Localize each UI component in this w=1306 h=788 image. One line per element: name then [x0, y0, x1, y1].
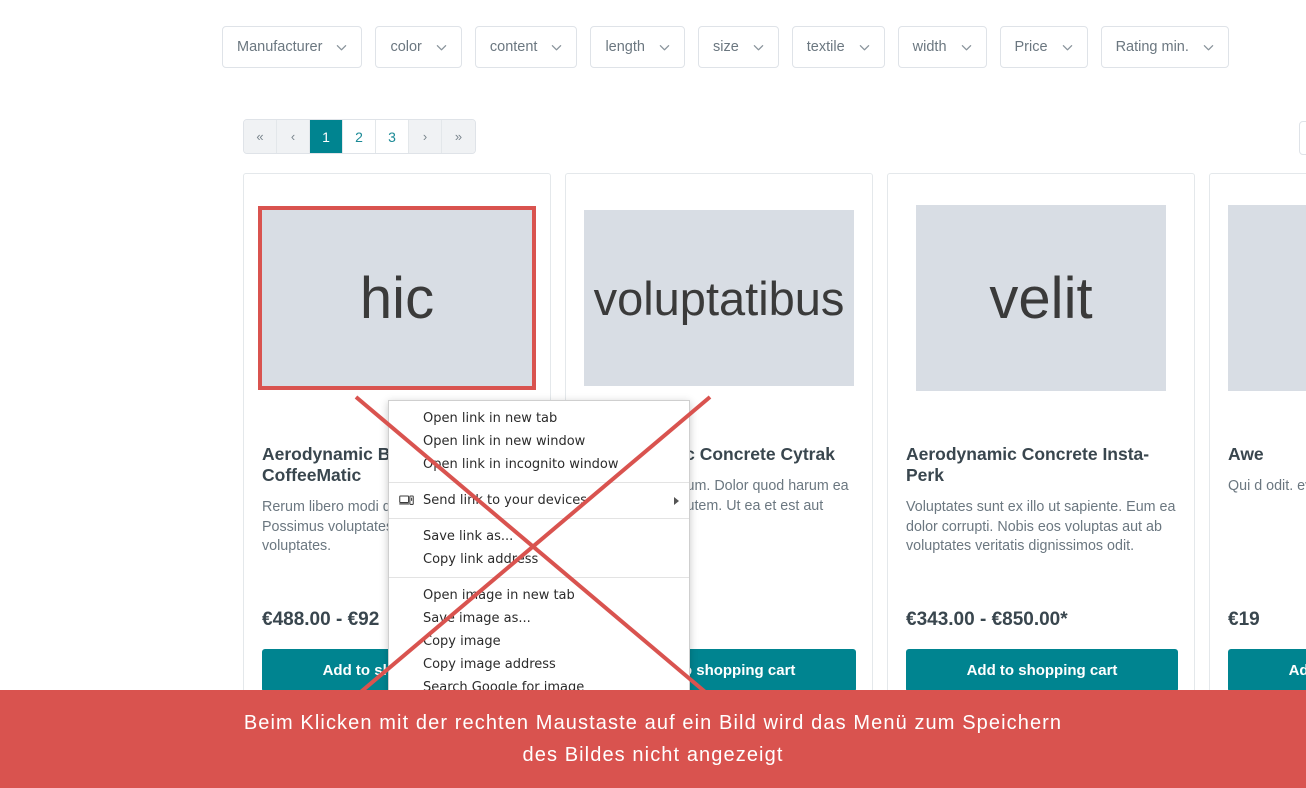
product-image-link[interactable]: velit [906, 190, 1176, 396]
context-menu-item-label: Copy link address [423, 552, 539, 567]
filter-label: Rating min. [1115, 39, 1189, 55]
add-to-cart-button[interactable]: Add to shopping cart [906, 649, 1178, 692]
warning-banner: Beim Klicken mit der rechten Maustaste a… [0, 690, 1306, 788]
chevron-down-icon [551, 42, 562, 53]
product-title[interactable]: Aerodynamic Concrete Insta-Perk [906, 444, 1176, 486]
context-menu-item-save-link-as[interactable]: Save link as... [389, 525, 689, 548]
send-to-devices-icon [398, 493, 414, 509]
product-price: €343.00 - €850.00* [906, 609, 1068, 630]
chevron-down-icon [859, 42, 870, 53]
filter-label: size [712, 39, 739, 55]
chevron-down-icon [1203, 42, 1214, 53]
pagination-page-1[interactable]: 1 [310, 120, 343, 153]
filter-manufacturer[interactable]: Manufacturer [222, 26, 363, 68]
product-image-link[interactable]: hic [258, 190, 536, 396]
context-menu-item-label: Save link as... [423, 529, 514, 544]
context-menu-item-label: Copy image address [423, 657, 556, 672]
context-menu-item-label: Open link in new tab [423, 411, 558, 426]
context-menu-item-copy-image-address[interactable]: Copy image address [389, 653, 689, 676]
chevron-down-icon [753, 42, 764, 53]
filter-color[interactable]: color [375, 26, 462, 68]
product-card[interactable]: s Awe Qui d odit. eveni €19 Add to shopp… [1209, 173, 1306, 713]
product-image-link[interactable]: voluptatibus [584, 190, 854, 396]
filter-bar: Manufacturer color content length size t… [222, 26, 1229, 68]
pagination-next[interactable]: › [409, 120, 442, 153]
context-menu-item-save-image-as[interactable]: Save image as... [389, 607, 689, 630]
context-menu-item-label: Open link in incognito window [423, 457, 619, 472]
chevron-down-icon [961, 42, 972, 53]
context-menu-item-label: Copy image [423, 634, 501, 649]
context-menu-item-open-link-incognito[interactable]: Open link in incognito window [389, 453, 689, 476]
context-menu-item-open-link-new-window[interactable]: Open link in new window [389, 430, 689, 453]
filter-width[interactable]: width [897, 26, 987, 68]
context-menu-item-copy-image[interactable]: Copy image [389, 630, 689, 653]
product-description: Voluptates sunt ex illo ut sapiente. Eum… [906, 499, 1176, 555]
product-card[interactable]: velit Aerodynamic Concrete Insta-Perk Vo… [887, 173, 1195, 713]
toolbar-control-clipped[interactable] [1299, 121, 1306, 155]
add-to-cart-button[interactable]: Add to shopping cart [1228, 649, 1306, 692]
filter-label: color [390, 39, 422, 55]
product-description: Qui d odit. eveni [1228, 478, 1306, 494]
context-menu-item-open-link-new-tab[interactable]: Open link in new tab [389, 407, 689, 430]
context-menu-separator [389, 482, 689, 483]
chevron-down-icon [336, 42, 347, 53]
context-menu-item-open-image-new-tab[interactable]: Open image in new tab [389, 584, 689, 607]
warning-banner-line-2: des Bildes nicht angezeigt [522, 744, 784, 766]
chevron-down-icon [1062, 42, 1073, 53]
pagination-prev[interactable]: ‹ [277, 120, 310, 153]
filter-label: Price [1014, 39, 1048, 55]
filter-rating-min[interactable]: Rating min. [1100, 26, 1229, 68]
pagination: « ‹ 1 2 3 › » [243, 119, 476, 154]
context-menu-separator [389, 518, 689, 519]
product-image[interactable]: hic [258, 206, 536, 390]
context-menu-item-label: Send link to your devices [423, 493, 588, 508]
browser-context-menu[interactable]: Open link in new tab Open link in new wi… [388, 400, 690, 706]
context-menu-item-send-link-to-devices[interactable]: Send link to your devices [389, 489, 689, 512]
product-image[interactable]: velit [916, 205, 1166, 391]
filter-price[interactable]: Price [999, 26, 1088, 68]
product-image-link[interactable]: s [1228, 190, 1306, 396]
filter-label: Manufacturer [237, 39, 323, 55]
context-menu-separator [389, 577, 689, 578]
filter-length[interactable]: length [590, 26, 685, 68]
product-price: €488.00 - €92 [262, 609, 380, 630]
submenu-arrow-icon [674, 496, 679, 505]
pagination-page-3[interactable]: 3 [376, 120, 409, 153]
context-menu-item-copy-link-address[interactable]: Copy link address [389, 548, 689, 571]
context-menu-item-label: Open link in new window [423, 434, 586, 449]
warning-banner-line-1: Beim Klicken mit der rechten Maustaste a… [243, 712, 1063, 734]
product-price: €19 [1228, 609, 1260, 630]
product-image[interactable]: voluptatibus [584, 210, 854, 386]
filter-label: content [489, 39, 538, 55]
chevron-down-icon [436, 42, 447, 53]
product-image[interactable]: s [1228, 205, 1306, 391]
context-menu-item-label: Save image as... [423, 611, 531, 626]
product-title[interactable]: Awe [1228, 444, 1306, 465]
filter-size[interactable]: size [697, 26, 779, 68]
pagination-page-2[interactable]: 2 [343, 120, 376, 153]
filter-content[interactable]: content [474, 26, 578, 68]
filter-label: length [605, 39, 645, 55]
filter-textile[interactable]: textile [791, 26, 885, 68]
pagination-first[interactable]: « [244, 120, 277, 153]
context-menu-item-label: Open image in new tab [423, 588, 575, 603]
filter-label: width [912, 39, 947, 55]
filter-label: textile [806, 39, 845, 55]
pagination-last[interactable]: » [442, 120, 475, 153]
chevron-down-icon [659, 42, 670, 53]
